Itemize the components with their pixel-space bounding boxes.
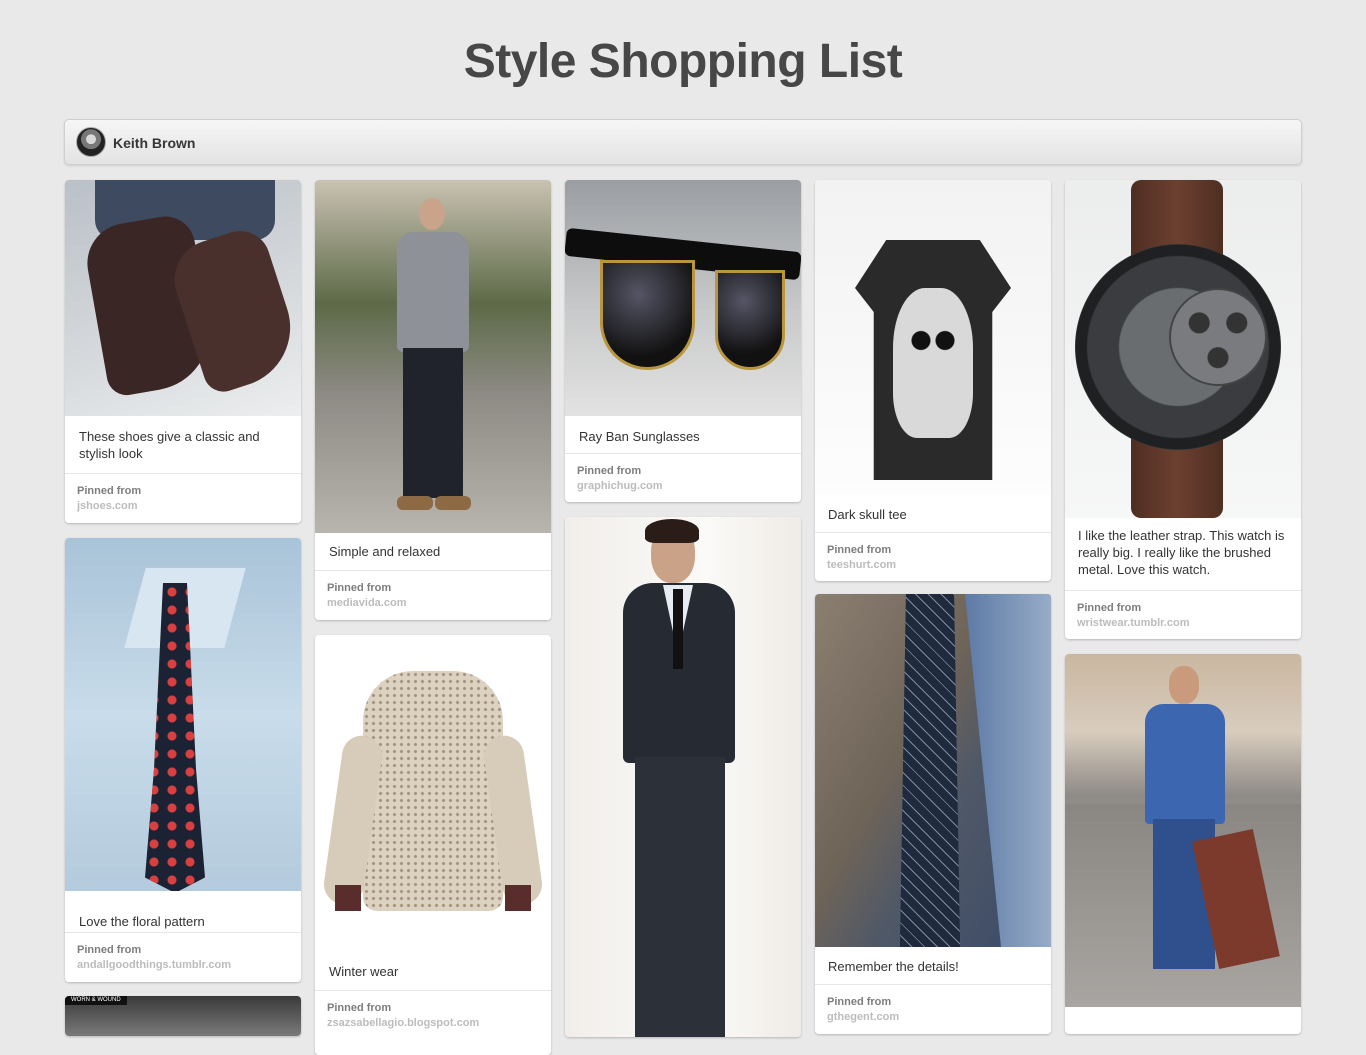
pin-image-sunglasses[interactable] (565, 180, 801, 416)
pin-source[interactable]: Pinned from mediavida.com (315, 570, 551, 620)
source-link[interactable]: teeshurt.com (827, 558, 1039, 573)
pinned-from-label: Pinned from (327, 1002, 392, 1014)
pin-image-shoes[interactable] (65, 180, 301, 416)
source-link[interactable]: gthegent.com (827, 1010, 1039, 1025)
pin-tie[interactable]: Love the floral pattern Pinned from anda… (65, 538, 301, 982)
pin-source[interactable]: Pinned from graphichug.com (565, 453, 801, 502)
pin-description: Ray Ban Sunglasses (579, 429, 700, 444)
pin-image-sweater[interactable] (315, 635, 551, 949)
pin-image-tie[interactable] (65, 538, 301, 891)
pin-watch[interactable]: I like the leather strap. This watch is … (1065, 180, 1301, 639)
image-watermark: WORN & WOUND (65, 996, 127, 1005)
pin-street-style[interactable] (1065, 654, 1301, 1034)
pin-image-watch[interactable] (1065, 180, 1301, 518)
pinned-from-label: Pinned from (1077, 602, 1142, 614)
pinned-from-label: Pinned from (77, 485, 142, 497)
pin-shoes[interactable]: These shoes give a classic and stylish l… (65, 180, 301, 523)
pin-outfit[interactable]: Simple and relaxed Pinned from mediavida… (315, 180, 551, 620)
pinned-from-label: Pinned from (577, 465, 642, 477)
pin-source[interactable]: Pinned from gthegent.com (815, 984, 1051, 1034)
page-title: Style Shopping List (463, 35, 903, 88)
owner-name[interactable]: Keith Brown (113, 135, 195, 151)
pinned-from-label: Pinned from (827, 996, 892, 1008)
pin-image-street[interactable] (1065, 654, 1301, 1007)
pin-tie-bar[interactable]: Remember the details! Pinned from gthege… (815, 594, 1051, 1034)
pin-description: Dark skull tee (828, 507, 907, 522)
source-link[interactable]: mediavida.com (327, 596, 539, 611)
pin-description: Remember the details! (828, 959, 959, 974)
pin-description: Winter wear (329, 964, 399, 979)
source-link[interactable]: wristwear.tumblr.com (1077, 616, 1289, 631)
source-link[interactable]: graphichug.com (577, 479, 789, 494)
pinned-from-label: Pinned from (327, 582, 392, 594)
pin-description: Love the floral pattern (79, 914, 205, 929)
pinned-from-label: Pinned from (77, 944, 142, 956)
pin-image-outfit[interactable] (315, 180, 551, 533)
pin-source[interactable]: Pinned from wristwear.tumblr.com (1065, 590, 1301, 639)
pin-source[interactable]: Pinned from jshoes.com (65, 473, 301, 523)
pin-description: I like the leather strap. This watch is … (1078, 528, 1285, 577)
pin-partial-col1[interactable]: WORN & WOUND (65, 996, 301, 1036)
pin-sweater[interactable]: Winter wear Pinned from zsazsabellagio.b… (315, 635, 551, 1055)
pin-sunglasses[interactable]: Ray Ban Sunglasses Pinned from graphichu… (565, 180, 801, 502)
pin-description: These shoes give a classic and stylish l… (79, 429, 260, 461)
pin-source[interactable]: Pinned from teeshurt.com (815, 532, 1051, 581)
pin-skull-tee[interactable]: Dark skull tee Pinned from teeshurt.com (815, 180, 1051, 581)
owner-avatar[interactable] (76, 127, 106, 157)
pinned-from-label: Pinned from (827, 544, 892, 556)
pin-image-tee[interactable] (815, 180, 1051, 495)
pin-source[interactable]: Pinned from andallgoodthings.tumblr.com (65, 932, 301, 982)
pin-suit[interactable] (565, 517, 801, 1037)
board-owner-bar[interactable]: Keith Brown (64, 119, 1302, 165)
pin-image-suit[interactable] (565, 517, 801, 1037)
source-link[interactable]: jshoes.com (77, 499, 289, 514)
pin-image-partial[interactable]: WORN & WOUND (65, 996, 301, 1036)
pin-description: Simple and relaxed (329, 544, 441, 559)
pin-source[interactable]: Pinned from zsazsabellagio.blogspot.com (315, 990, 551, 1042)
pin-image-tie-bar[interactable] (815, 594, 1051, 947)
source-link[interactable]: andallgoodthings.tumblr.com (77, 958, 289, 973)
